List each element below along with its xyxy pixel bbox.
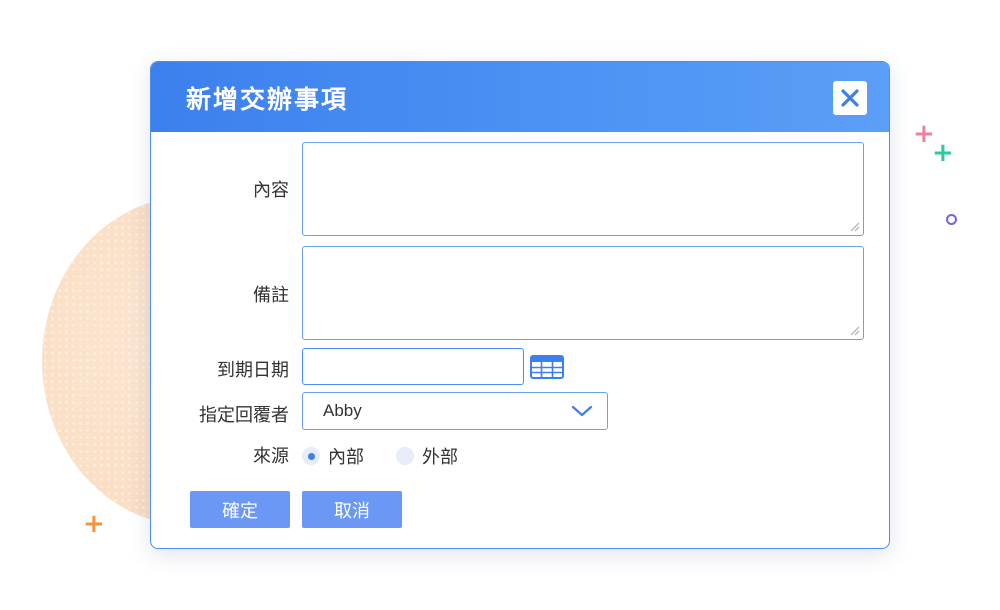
source-label: 來源 — [253, 446, 289, 467]
close-icon — [841, 89, 859, 107]
due-date-input[interactable] — [302, 348, 524, 385]
assignee-selected-value: Abby — [323, 401, 362, 420]
radio-internal-label: 內部 — [328, 447, 364, 468]
chevron-down-icon — [571, 405, 593, 417]
dialog-title: 新增交辦事項 — [186, 85, 349, 114]
due-date-label: 到期日期 — [217, 360, 289, 381]
content-textarea[interactable] — [302, 142, 864, 236]
resize-handle-icon[interactable] — [848, 220, 860, 232]
plus-icon-teal: + — [932, 138, 954, 168]
calendar-grid-icon[interactable] — [530, 355, 564, 379]
confirm-button[interactable]: 確定 — [190, 491, 290, 528]
assignee-select[interactable]: Abby — [302, 392, 608, 430]
assignee-label: 指定回覆者 — [199, 405, 289, 426]
radio-selected-icon — [302, 447, 320, 465]
radio-unselected-icon — [396, 447, 414, 465]
close-button[interactable] — [833, 81, 867, 115]
note-textarea[interactable] — [302, 246, 864, 340]
content-label: 內容 — [253, 180, 289, 201]
radio-external-label: 外部 — [422, 447, 458, 468]
dialog-header: 新增交辦事項 — [151, 62, 889, 132]
radio-internal[interactable]: 內部 — [302, 443, 364, 469]
note-label: 備註 — [253, 285, 289, 306]
ring-icon — [946, 214, 957, 225]
resize-handle-icon[interactable] — [848, 324, 860, 336]
plus-icon-orange: + — [83, 509, 105, 539]
cancel-button[interactable]: 取消 — [302, 491, 402, 528]
radio-external[interactable]: 外部 — [396, 443, 458, 469]
add-task-dialog: 新增交辦事項 內容 備註 到期日期 指定回覆者 Abby 來源 內部 外部 確定… — [150, 61, 890, 549]
